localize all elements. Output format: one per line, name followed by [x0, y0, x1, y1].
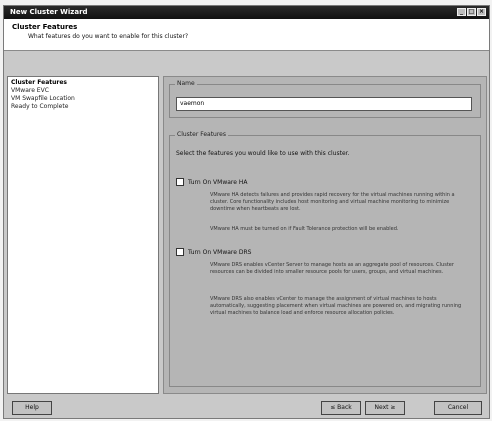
- cluster-features-group: Cluster Features Select the features you…: [169, 131, 481, 387]
- cluster-name-input[interactable]: vaemon: [176, 97, 472, 111]
- cancel-button[interactable]: Cancel: [434, 401, 482, 415]
- ha-note: VMware HA must be turned on if Fault Tol…: [210, 226, 399, 232]
- name-group-label: Name: [175, 80, 197, 87]
- help-button[interactable]: Help: [12, 401, 52, 415]
- wizard-header: Cluster Features What features do you wa…: [4, 19, 489, 51]
- content-panel: Name vaemon Cluster Features Select the …: [163, 76, 487, 394]
- drs-checkbox[interactable]: [176, 248, 184, 256]
- wizard-window: New Cluster Wizard _ □ × Cluster Feature…: [3, 5, 490, 419]
- window-controls: _ □ ×: [457, 8, 486, 16]
- features-group-label: Cluster Features: [175, 131, 229, 138]
- back-button[interactable]: ≤ Back: [321, 401, 361, 415]
- ha-description: VMware HA detects failures and provides …: [210, 192, 455, 212]
- drs-description: VMware DRS enables vCenter Server to man…: [210, 262, 454, 275]
- ha-checkbox-label[interactable]: Turn On VMware HA: [188, 179, 247, 186]
- drs-option[interactable]: Turn On VMware DRS: [176, 248, 251, 256]
- features-intro-text: Select the features you would like to us…: [176, 150, 350, 157]
- window-title: New Cluster Wizard: [10, 8, 88, 16]
- title-bar[interactable]: New Cluster Wizard _ □ ×: [4, 6, 489, 19]
- name-group: Name vaemon: [169, 80, 481, 118]
- wizard-steps-list: Cluster Features VMware EVC VM Swapfile …: [7, 76, 159, 394]
- drs-checkbox-label[interactable]: Turn On VMware DRS: [188, 249, 251, 256]
- page-title: Cluster Features: [12, 23, 78, 31]
- step-vm-swapfile-location[interactable]: VM Swapfile Location: [11, 95, 155, 103]
- next-button[interactable]: Next ≥: [365, 401, 405, 415]
- page-subtitle: What features do you want to enable for …: [28, 33, 189, 40]
- ha-checkbox[interactable]: [176, 178, 184, 186]
- maximize-icon[interactable]: □: [467, 8, 476, 16]
- drs-automation-description: VMware DRS also enables vCenter to manag…: [210, 296, 462, 316]
- wizard-footer: Help ≤ Back Next ≥ Cancel: [4, 398, 489, 418]
- step-ready-to-complete[interactable]: Ready to Complete: [11, 103, 155, 111]
- ha-option[interactable]: Turn On VMware HA: [176, 178, 247, 186]
- step-vmware-evc[interactable]: VMware EVC: [11, 87, 155, 95]
- step-cluster-features[interactable]: Cluster Features: [11, 79, 155, 87]
- close-icon[interactable]: ×: [477, 8, 486, 16]
- minimize-icon[interactable]: _: [457, 8, 466, 16]
